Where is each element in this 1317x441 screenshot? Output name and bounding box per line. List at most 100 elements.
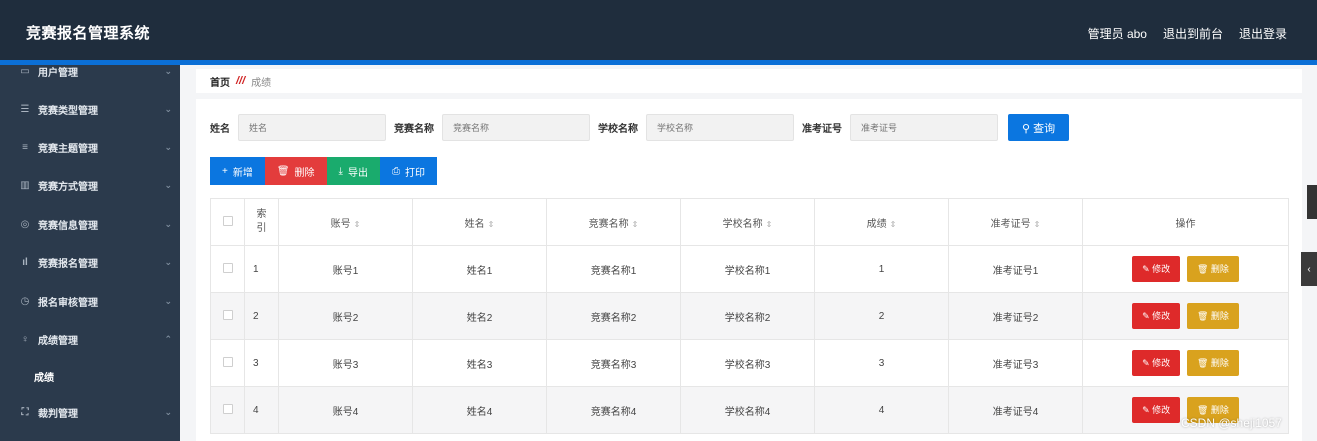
row-delete-label: 删除 — [1210, 358, 1229, 368]
sidebar-item-contest-topic[interactable]: ≡ 竞赛主题管理 ⌄ — [0, 135, 180, 159]
cell-index: 2 — [244, 292, 279, 340]
add-button[interactable]: + 新增 — [210, 157, 265, 185]
print-button[interactable]: ⎙ 打印 — [379, 157, 437, 185]
sort-icon: ⇕ — [889, 219, 897, 229]
sidebar-item-score[interactable]: ♀ 成绩管理 ⌃ — [0, 327, 180, 351]
sidebar-item-contest-info[interactable]: ◎ 竞赛信息管理 ⌄ — [0, 212, 180, 236]
header-contest[interactable]: 竞赛名称 ⇕ — [546, 198, 681, 246]
cell-index: 3 — [244, 339, 279, 387]
query-button[interactable]: ⚲ 查询 — [1008, 114, 1070, 141]
sidebar-item-label: 成绩管理 — [38, 335, 78, 347]
user-icon: ▭ — [20, 65, 30, 77]
scan-icon: ⛶ — [21, 406, 29, 418]
edit-button[interactable]: ✎ 修改 — [1132, 350, 1181, 376]
sidebar-item-signup-review[interactable]: ◷ 报名审核管理 ⌄ — [0, 289, 180, 313]
trash-icon: 🗑 — [1196, 311, 1211, 321]
chevron-down-icon: ⌄ — [164, 103, 172, 114]
row-delete-label: 删除 — [1210, 405, 1229, 415]
bulb-icon: ♀ — [21, 333, 29, 345]
watermark: CSDN @sheji1057 — [1181, 416, 1282, 430]
header-name[interactable]: 姓名 ⇕ — [412, 198, 547, 246]
filter-label-contest: 竞赛名称 — [394, 124, 434, 135]
sidebar-item-label: 报名审核管理 — [38, 297, 98, 309]
header-index-label: 索引 — [256, 209, 267, 234]
name-input[interactable] — [238, 114, 386, 141]
cell-name: 姓名4 — [412, 386, 547, 434]
sidebar-subitem-score[interactable]: 成绩 — [0, 364, 180, 388]
sidebar-item-user[interactable]: ▭ 用户管理 ⌄ — [0, 65, 180, 83]
cell-ops: ✎ 修改 🗑 删除 — [1082, 339, 1289, 387]
breadcrumb-home[interactable]: 首页 — [210, 74, 230, 89]
sidebar-item-label: 竞赛方式管理 — [38, 181, 98, 193]
add-button-label: 新增 — [232, 167, 253, 179]
exit-to-front-link[interactable]: 退出到前台 — [1163, 25, 1223, 42]
row-checkbox[interactable] — [222, 309, 233, 320]
table-row: 1 账号1 姓名1 竞赛名称1 学校名称1 1 准考证号1 ✎ 修改 🗑 删除 — [210, 245, 1289, 293]
sidebar-item-contest-mode[interactable]: ▥ 竞赛方式管理 ⌄ — [0, 173, 180, 197]
cell-ops: ✎ 修改 🗑 删除 — [1082, 245, 1289, 293]
header-account[interactable]: 账号 ⇕ — [278, 198, 413, 246]
sort-icon: ⇕ — [631, 219, 639, 229]
header-score[interactable]: 成绩 ⇕ — [814, 198, 949, 246]
header-ops: 操作 — [1082, 198, 1289, 246]
row-checkbox-cell — [210, 339, 245, 387]
header-school[interactable]: 学校名称 ⇕ — [680, 198, 815, 246]
row-delete-button[interactable]: 🗑 删除 — [1186, 303, 1239, 329]
sort-icon: ⇕ — [487, 219, 495, 229]
row-checkbox[interactable] — [222, 403, 233, 414]
contest-name-input[interactable] — [442, 114, 590, 141]
edit-button[interactable]: ✎ 修改 — [1132, 256, 1181, 282]
logout-link[interactable]: 退出登录 — [1239, 25, 1287, 42]
sidebar-item-contest-type[interactable]: ☰ 竞赛类型管理 ⌄ — [0, 97, 180, 121]
cell-contest: 竞赛名称3 — [546, 339, 681, 387]
top-bar: 竞赛报名管理系统 管理员 abo 退出到前台 退出登录 — [0, 0, 1317, 65]
sidebar-item-label: 用户管理 — [38, 67, 78, 79]
cell-school: 学校名称4 — [680, 386, 815, 434]
cell-ticket: 准考证号3 — [948, 339, 1083, 387]
header-score-label: 成绩 — [866, 218, 887, 230]
edit-button[interactable]: ✎ 修改 — [1132, 397, 1181, 423]
select-all-checkbox[interactable] — [222, 215, 233, 226]
header-ticket[interactable]: 准考证号 ⇕ — [948, 198, 1083, 246]
sidebar-item-referee[interactable]: ⛶ 裁判管理 ⌄ — [0, 400, 180, 424]
ticket-number-input[interactable] — [850, 114, 998, 141]
trash-icon: 🗑 — [1196, 358, 1211, 368]
export-button[interactable]: ⤓ 导出 — [326, 157, 380, 185]
cell-score: 3 — [814, 339, 949, 387]
cell-account: 账号1 — [278, 245, 413, 293]
side-panel-handle[interactable] — [1307, 185, 1317, 219]
search-icon: ⚲ — [1022, 122, 1034, 135]
row-checkbox[interactable] — [222, 356, 233, 367]
cell-account: 账号2 — [278, 292, 413, 340]
cell-name: 姓名1 — [412, 245, 547, 293]
table-header-row: 索引 账号 ⇕ 姓名 ⇕ 竞赛名称 ⇕ 学校名称 ⇕ 成绩 ⇕ 准考证号 ⇕ 操作 — [210, 198, 1289, 246]
row-checkbox[interactable] — [222, 262, 233, 273]
compass-icon: ◎ — [20, 218, 30, 230]
delete-button[interactable]: 🗑 删除 — [264, 157, 327, 185]
sort-icon: ⇕ — [1033, 219, 1041, 229]
cell-name: 姓名2 — [412, 292, 547, 340]
header-account-label: 账号 — [330, 218, 351, 230]
table-row: 3 账号3 姓名3 竞赛名称3 学校名称3 3 准考证号3 ✎ 修改 🗑 删除 — [210, 339, 1289, 387]
pencil-icon: ✎ — [1142, 405, 1153, 415]
cell-index: 4 — [244, 386, 279, 434]
edit-button[interactable]: ✎ 修改 — [1132, 303, 1181, 329]
collapse-panel-button[interactable]: ‹ — [1301, 252, 1317, 286]
row-delete-button[interactable]: 🗑 删除 — [1186, 256, 1239, 282]
school-name-input[interactable] — [646, 114, 794, 141]
cell-ticket: 准考证号2 — [948, 292, 1083, 340]
row-delete-button[interactable]: 🗑 删除 — [1186, 350, 1239, 376]
pencil-icon: ✎ — [1142, 264, 1153, 274]
filter-bar: 姓名 竞赛名称 学校名称 准考证号 ⚲ 查询 — [210, 114, 1070, 141]
chevron-down-icon: ⌄ — [164, 179, 172, 190]
row-checkbox-cell — [210, 386, 245, 434]
sidebar-item-contest-signup[interactable]: ıl 竞赛报名管理 ⌄ — [0, 250, 180, 274]
printer-icon: ⎙ — [391, 165, 400, 177]
sidebar: ▭ 用户管理 ⌄ ☰ 竞赛类型管理 ⌄ ≡ 竞赛主题管理 ⌄ ▥ 竞赛方式管理 … — [0, 65, 180, 441]
sidebar-item-label: 竞赛报名管理 — [38, 258, 98, 270]
query-button-label: 查询 — [1033, 122, 1056, 135]
sort-icon: ⇕ — [765, 219, 773, 229]
header-contest-label: 竞赛名称 — [588, 218, 629, 230]
chevron-down-icon: ⌄ — [164, 218, 172, 229]
edit-button-label: 修改 — [1152, 358, 1171, 368]
